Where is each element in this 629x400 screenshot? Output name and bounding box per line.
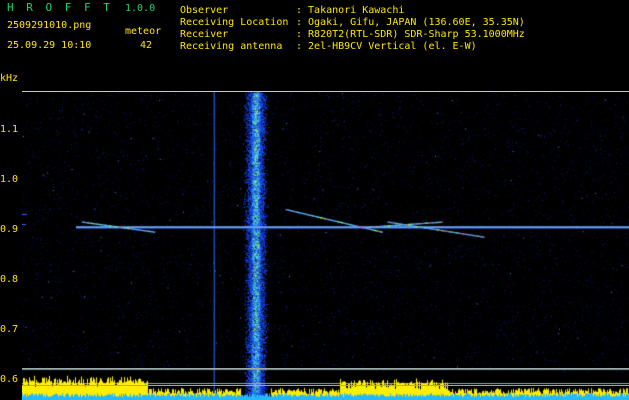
meteor-count: 42 <box>140 40 153 51</box>
plot-top-axis-line <box>22 91 629 92</box>
app-version: 1.0.0 <box>125 3 156 14</box>
antenna-label: Receiving antenna <box>180 41 283 52</box>
capture-datetime: 25.09.29 10:10 <box>7 40 92 51</box>
antenna-value: : 2el-HB9CV Vertical (el. E-W) <box>296 41 477 52</box>
meteor-label: meteor <box>125 26 162 37</box>
location-value: : Ogaki, Gifu, JAPAN (136.60E, 35.35N) <box>296 17 525 28</box>
file-name: 2509291010.png <box>7 20 92 31</box>
y-tick-0.9: 0.9 <box>0 224 19 235</box>
y-tick-1.1: 1.1 <box>0 124 19 135</box>
y-axis-unit: kHz <box>0 73 19 84</box>
y-tick-0.8: 0.8 <box>0 274 19 285</box>
y-tick-0.6: 0.6 <box>0 374 19 385</box>
observer-label: Observer <box>180 5 229 16</box>
receiver-value: : R820T2(RTL-SDR) SDR-Sharp 53.1000MHz <box>296 29 525 40</box>
spectrum-band-frame <box>22 368 629 386</box>
observer-value: : Takanori Kawachi <box>296 5 405 16</box>
y-tick-1.0: 1.0 <box>0 174 19 185</box>
location-label: Receiving Location <box>180 17 289 28</box>
spectrogram-canvas <box>22 80 629 400</box>
receiver-label: Receiver <box>180 29 229 40</box>
app-title: H R O F F T <box>7 1 113 14</box>
y-tick-0.7: 0.7 <box>0 324 19 335</box>
